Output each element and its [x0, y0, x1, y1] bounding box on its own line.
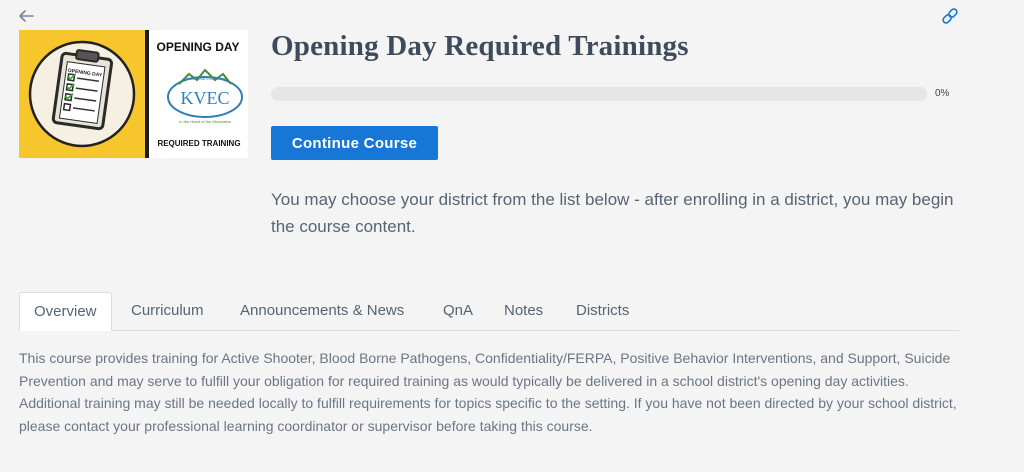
course-title: Opening Day Required Trainings	[271, 30, 689, 62]
enroll-note: You may choose your district from the li…	[271, 190, 954, 236]
tab-announcements-news[interactable]: Announcements & News	[240, 292, 404, 330]
link-icon[interactable]	[940, 6, 960, 26]
thumbnail-footer: REQUIRED TRAINING	[157, 139, 240, 148]
logo-text: KVEC	[181, 88, 230, 108]
continue-course-button[interactable]: Continue Course	[271, 126, 438, 160]
thumbnail-heading: OPENING DAY	[157, 40, 240, 54]
logo-arc-bottom: In the Heart of the Mountains	[179, 119, 231, 124]
course-tabs: Overview Curriculum Announcements & News…	[19, 292, 959, 331]
logo-arc-top: Educational Excellence	[184, 76, 226, 81]
progress-bar	[271, 87, 927, 101]
progress-label: 0%	[935, 88, 950, 99]
tab-notes[interactable]: Notes	[504, 292, 543, 330]
thumbnail-graphic: OPENING DAY OPENING DAY Educational Exce…	[19, 30, 248, 158]
overview-description: This course provides training for Active…	[19, 350, 957, 434]
course-thumbnail: OPENING DAY OPENING DAY Educational Exce…	[19, 30, 248, 158]
tab-overview[interactable]: Overview	[19, 292, 112, 331]
tab-qna[interactable]: QnA	[443, 292, 473, 330]
tab-districts[interactable]: Districts	[576, 292, 629, 330]
tab-curriculum[interactable]: Curriculum	[131, 292, 204, 330]
back-arrow-icon[interactable]	[16, 6, 38, 26]
